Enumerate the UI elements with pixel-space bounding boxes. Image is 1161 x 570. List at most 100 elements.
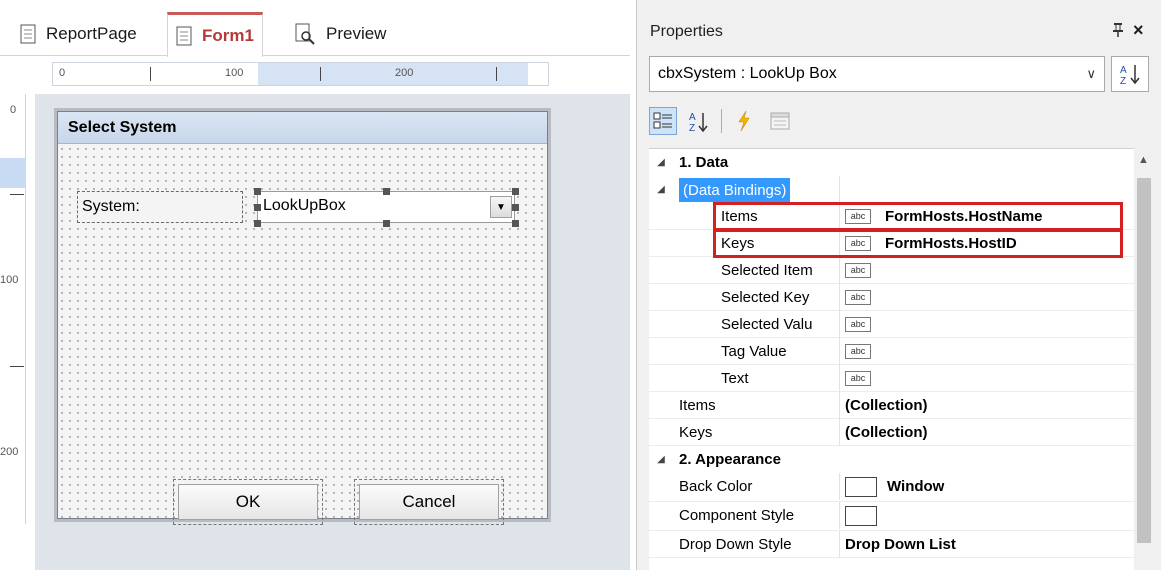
ruler-label: 200 (0, 446, 19, 458)
lookup-box-text: LookUpBox (263, 197, 346, 214)
alphabetical-view-button[interactable]: AZ (685, 107, 713, 135)
pin-icon[interactable] (1112, 22, 1124, 43)
abc-icon: abc (845, 290, 871, 305)
category-label: 1. Data (679, 154, 729, 171)
tab-label: ReportPage (46, 24, 137, 43)
ruler-tick (320, 67, 321, 81)
lookup-box[interactable]: LookUpBox ▼ (257, 191, 515, 223)
system-label[interactable]: System: (77, 191, 243, 223)
property-row[interactable]: Selected Key abc (649, 284, 1134, 311)
property-name: Drop Down Style (679, 536, 792, 553)
events-button[interactable] (730, 107, 758, 135)
category-row[interactable]: ◢ 2. Appearance (649, 446, 1134, 473)
column-divider (839, 365, 840, 392)
properties-toolbar: AZ (649, 104, 794, 138)
collapse-icon[interactable]: ◢ (649, 454, 673, 465)
ruler-tick (10, 366, 24, 367)
scrollbar-thumb[interactable] (1137, 178, 1151, 543)
chevron-up-icon[interactable]: ▲ (1138, 154, 1149, 166)
property-row[interactable]: Keys (Collection) (649, 419, 1134, 446)
category-row[interactable]: ◢ 1. Data (649, 149, 1134, 176)
category-label: 2. Appearance (679, 451, 781, 468)
tab-reportpage[interactable]: ReportPage (20, 12, 137, 56)
column-divider (839, 419, 840, 446)
property-name: Keys (679, 424, 713, 441)
property-name: Back Color (679, 478, 753, 495)
resize-handle[interactable] (383, 220, 390, 227)
svg-text:Z: Z (1120, 76, 1126, 86)
panel-title: Properties (650, 23, 723, 40)
property-pages-icon (770, 112, 790, 130)
resize-handle[interactable] (512, 188, 519, 195)
tab-preview[interactable]: Preview (294, 12, 386, 56)
dialog-form[interactable]: Select System System: LookUpBox ▼ OK Can (54, 108, 551, 525)
object-selector-value: cbxSystem : LookUp Box (658, 65, 837, 82)
form-design-surface[interactable]: System: LookUpBox ▼ OK Cancel (58, 145, 547, 525)
resize-handle[interactable] (512, 204, 519, 211)
chevron-down-icon[interactable]: ∨ (1086, 66, 1096, 82)
close-icon[interactable]: × (1133, 20, 1144, 41)
chevron-down-icon[interactable]: ▼ (490, 196, 512, 218)
cancel-button[interactable]: Cancel (359, 484, 499, 520)
subcategory-row[interactable]: ◢ (Data Bindings) (649, 176, 1134, 203)
ruler-label: 0 (59, 67, 66, 79)
svg-text:Z: Z (689, 123, 695, 132)
resize-handle[interactable] (254, 220, 261, 227)
vertical-scrollbar[interactable]: ▲ (1134, 148, 1154, 570)
collapse-icon[interactable]: ◢ (649, 157, 673, 168)
property-value: abc (845, 284, 885, 311)
ruler-tick (150, 67, 151, 81)
property-row[interactable]: Items (Collection) (649, 392, 1134, 419)
property-row[interactable]: Drop Down Style Drop Down List (649, 531, 1134, 558)
svg-text:A: A (689, 112, 696, 123)
tab-label: Preview (326, 24, 387, 43)
form-title: Select System (58, 112, 547, 144)
property-name: Items (679, 397, 716, 414)
property-name: Text (721, 370, 749, 387)
column-divider (839, 257, 840, 284)
tab-label: Form1 (202, 26, 254, 45)
horizontal-ruler: 0 100 200 (52, 62, 549, 86)
object-selector[interactable]: cbxSystem : LookUp Box ∨ (649, 56, 1105, 92)
sort-az-icon: AZ (1120, 65, 1140, 86)
resize-handle[interactable] (383, 188, 390, 195)
property-value-text: Window (887, 478, 945, 495)
property-name: Component Style (679, 507, 795, 524)
property-name: Selected Item (721, 262, 813, 279)
page-icon (20, 24, 36, 44)
property-row[interactable]: Tag Value abc (649, 338, 1134, 365)
property-row[interactable]: Text abc (649, 365, 1134, 392)
designer-tab-bar: ReportPage Form1 Preview (0, 12, 630, 57)
abc-icon: abc (845, 344, 871, 359)
toolbar-separator (721, 109, 722, 133)
sort-alphabetical-button[interactable]: AZ (1111, 56, 1149, 92)
categorized-view-button[interactable] (649, 107, 677, 135)
property-row[interactable]: Component Style (649, 502, 1134, 531)
resize-handle[interactable] (254, 188, 261, 195)
property-pages-button[interactable] (766, 107, 794, 135)
properties-header: Properties × (637, 12, 1161, 52)
ruler-tick (10, 194, 24, 195)
svg-text:A: A (1120, 65, 1127, 76)
ok-button[interactable]: OK (178, 484, 318, 520)
column-divider (839, 392, 840, 419)
property-row[interactable]: Selected Valu abc (649, 311, 1134, 338)
property-grid: ◢ 1. Data ◢ (Data Bindings) Items abc For… (649, 148, 1134, 570)
ruler-label: 100 (0, 274, 19, 286)
preview-icon (295, 23, 315, 45)
column-divider (839, 473, 840, 500)
highlight-box (713, 229, 1123, 258)
resize-handle[interactable] (512, 220, 519, 227)
collapse-icon[interactable]: ◢ (649, 184, 673, 195)
abc-icon: abc (845, 317, 871, 332)
resize-handle[interactable] (254, 204, 261, 211)
ruler-label: 100 (225, 67, 244, 79)
property-name: Selected Key (721, 289, 810, 306)
tab-form1[interactable]: Form1 (167, 12, 263, 57)
ruler-selection (0, 158, 26, 188)
column-divider (839, 176, 840, 203)
property-row[interactable]: Back Color Window (649, 473, 1134, 502)
column-divider (839, 502, 840, 529)
ruler-selection (258, 63, 528, 85)
property-row[interactable]: Selected Item abc (649, 257, 1134, 284)
